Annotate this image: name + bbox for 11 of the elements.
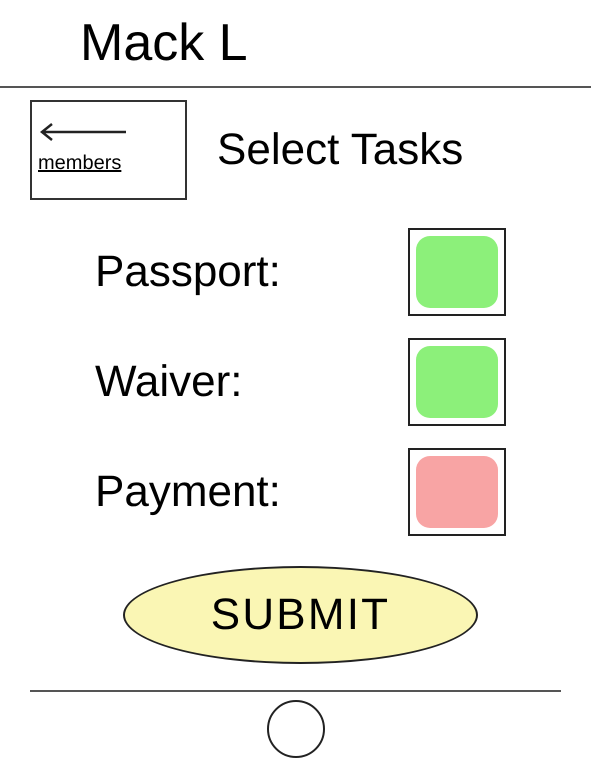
- task-status-box[interactable]: [408, 228, 506, 316]
- app-title: Mack L: [80, 17, 248, 69]
- back-arrow-icon: [38, 122, 128, 142]
- screen-title: Select Tasks: [217, 124, 464, 176]
- task-status-box[interactable]: [408, 338, 506, 426]
- task-label: Payment:: [95, 466, 282, 518]
- task-label: Waiver:: [95, 356, 244, 408]
- task-status-box[interactable]: [408, 448, 506, 536]
- task-label: Passport:: [95, 246, 282, 298]
- submit-button[interactable]: SUBMIT: [123, 566, 478, 664]
- back-button[interactable]: members: [30, 100, 187, 200]
